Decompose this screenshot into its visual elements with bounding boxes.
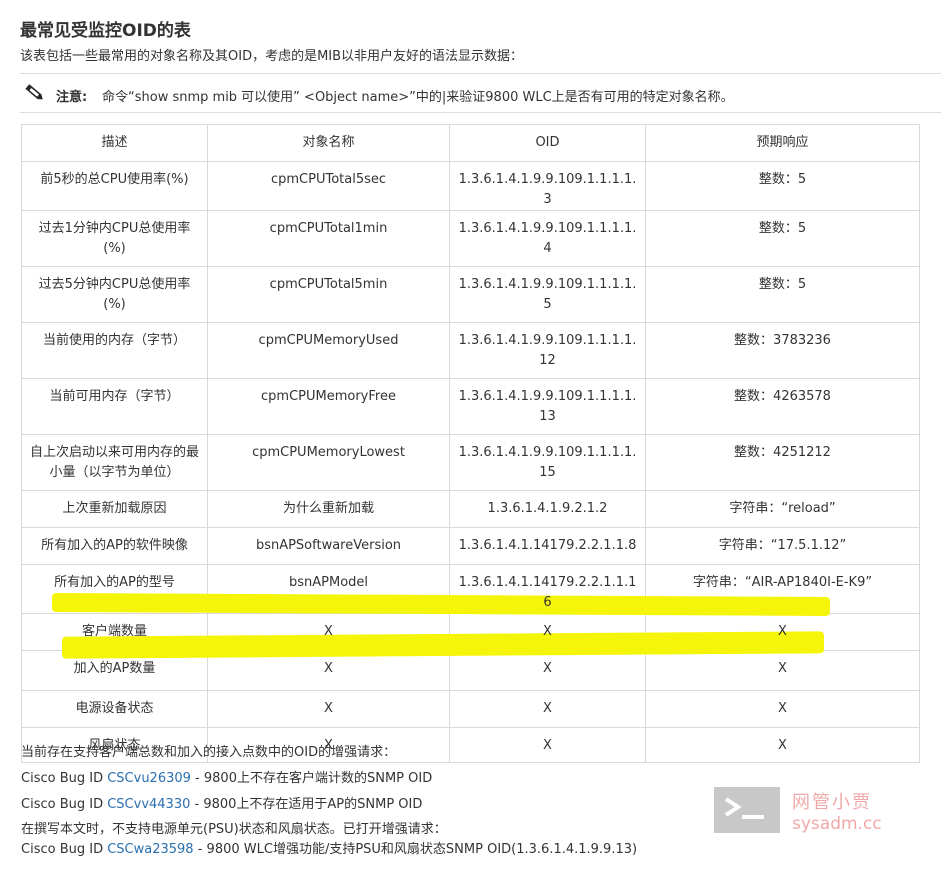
footer-line2: 在撰写本文时，不支持电源单元(PSU)状态和风扇状态。已打开增强请求： — [21, 822, 447, 837]
cell-oid: X — [449, 727, 646, 763]
cell-description: 自上次启动以来可用内存的最小量（以字节为单位） — [21, 434, 208, 491]
table-row: 当前可用内存（字节） cpmCPUMemoryFree 1.3.6.1.4.1.9.… — [21, 378, 920, 435]
cell-object-name: cpmCPUMemoryUsed — [207, 322, 450, 379]
cell-expected-response: X — [645, 650, 920, 691]
cell-oid: X — [449, 650, 646, 691]
note-label: 注意: — [56, 90, 88, 105]
cell-description: 当前可用内存（字节） — [21, 378, 208, 435]
cell-object-name: cpmCPUTotal5sec — [207, 161, 450, 211]
cell-expected-response: 字符串：“reload” — [645, 490, 920, 528]
table-header-row: 描述 对象名称 OID 预期响应 — [21, 124, 920, 162]
table-row: 上次重新加载原因 为什么重新加载 1.3.6.1.4.1.9.2.1.2 字符串：“r… — [21, 490, 920, 528]
terminal-logo-icon — [714, 787, 780, 833]
watermark-en: sysadm.cc — [792, 814, 882, 834]
table-row: 前5秒的总CPU使用率(%) cpmCPUTotal5sec 1.3.6.1.4.1… — [21, 161, 920, 211]
bug-link-1[interactable]: CSCvu26309 — [107, 771, 191, 786]
cell-oid: 1.3.6.1.4.1.14179.2.2.1.1.8 — [449, 527, 646, 565]
cell-object-name: X — [207, 690, 450, 728]
oid-table: 描述 对象名称 OID 预期响应 前5秒的总CPU使用率(%) cpmCPUTot… — [21, 124, 920, 763]
cell-object-name: bsnAPSoftwareVersion — [207, 527, 450, 565]
table-row: 过去1分钟内CPU总使用率(%) cpmCPUTotal1min 1.3.6.1.4… — [21, 210, 920, 267]
cell-oid: 1.3.6.1.4.1.9.9.109.1.1.1.1.3 — [449, 161, 646, 211]
bug-line-1: Cisco Bug ID CSCvu26309 - 9800上不存在客户端计数的… — [21, 771, 433, 786]
cell-oid: 1.3.6.1.4.1.9.9.109.1.1.1.1.5 — [449, 266, 646, 323]
note-box: 注意: 命令“show snmp mib 可以使用” <Object name>… — [20, 73, 941, 113]
bug-line-3: Cisco Bug ID CSCwa23598 - 9800 WLC增强功能/支… — [21, 842, 638, 857]
cell-description: 所有加入的AP的软件映像 — [21, 527, 208, 565]
cell-oid: 1.3.6.1.4.1.9.9.109.1.1.1.1.4 — [449, 210, 646, 267]
cell-expected-response: 字符串：“17.5.1.12” — [645, 527, 920, 565]
page-title: 最常见受监控OID的表 — [20, 21, 191, 41]
header-description: 描述 — [21, 124, 208, 162]
cell-oid: X — [449, 690, 646, 728]
cell-description: 过去1分钟内CPU总使用率(%) — [21, 210, 208, 267]
table-row: 自上次启动以来可用内存的最小量（以字节为单位） cpmCPUMemoryLowes… — [21, 434, 920, 491]
table-row: 当前使用的内存（字节） cpmCPUMemoryUsed 1.3.6.1.4.1.9… — [21, 322, 920, 379]
cell-expected-response: 整数：5 — [645, 210, 920, 267]
cell-oid: 1.3.6.1.4.1.9.9.109.1.1.1.1.12 — [449, 322, 646, 379]
cell-expected-response: 整数：3783236 — [645, 322, 920, 379]
cell-object-name: cpmCPUTotal1min — [207, 210, 450, 267]
cell-oid: 1.3.6.1.4.1.9.9.109.1.1.1.1.15 — [449, 434, 646, 491]
watermark-cn: 网管小贾 — [792, 792, 872, 813]
table-row: 电源设备状态 X X X — [21, 690, 920, 728]
cell-expected-response: 整数：5 — [645, 266, 920, 323]
table-row: 所有加入的AP的软件映像 bsnAPSoftwareVersion 1.3.6.1.… — [21, 527, 920, 565]
cell-expected-response: X — [645, 727, 920, 763]
note-text: 命令“show snmp mib 可以使用” <Object name>”中的|… — [102, 90, 734, 105]
cell-expected-response: 整数：4251212 — [645, 434, 920, 491]
cell-oid: 1.3.6.1.4.1.9.2.1.2 — [449, 490, 646, 528]
intro-text: 该表包括一些最常用的对象名称及其OID，考虑的是MIB以非用户友好的语法显示数据… — [20, 49, 524, 64]
highlight-mark-clients — [51, 592, 831, 617]
bug-link-3[interactable]: CSCwa23598 — [107, 842, 193, 857]
cell-description: 上次重新加载原因 — [21, 490, 208, 528]
cell-description: 电源设备状态 — [21, 690, 208, 728]
cell-object-name: 为什么重新加载 — [207, 490, 450, 528]
header-oid: OID — [449, 124, 646, 162]
cell-object-name: cpmCPUMemoryLowest — [207, 434, 450, 491]
cell-description: 前5秒的总CPU使用率(%) — [21, 161, 208, 211]
cell-expected-response: X — [645, 690, 920, 728]
cell-description: 当前使用的内存（字节） — [21, 322, 208, 379]
cell-description: 过去5分钟内CPU总使用率(%) — [21, 266, 208, 323]
table-row: 过去5分钟内CPU总使用率(%) cpmCPUTotal5min 1.3.6.1.4… — [21, 266, 920, 323]
cell-expected-response: 整数：5 — [645, 161, 920, 211]
header-object-name: 对象名称 — [207, 124, 450, 162]
header-expected-response: 预期响应 — [645, 124, 920, 162]
cell-object-name: cpmCPUTotal5min — [207, 266, 450, 323]
bug-link-2[interactable]: CSCvv44330 — [107, 797, 190, 812]
pencil-icon — [25, 84, 43, 100]
bug-line-2: Cisco Bug ID CSCvv44330 - 9800上不存在适用于AP的… — [21, 797, 423, 812]
cell-expected-response: 整数：4263578 — [645, 378, 920, 435]
cell-object-name: cpmCPUMemoryFree — [207, 378, 450, 435]
footer-line1: 当前存在支持客户端总数和加入的接入点数中的OID的增强请求： — [21, 745, 397, 760]
cell-oid: 1.3.6.1.4.1.9.9.109.1.1.1.1.13 — [449, 378, 646, 435]
